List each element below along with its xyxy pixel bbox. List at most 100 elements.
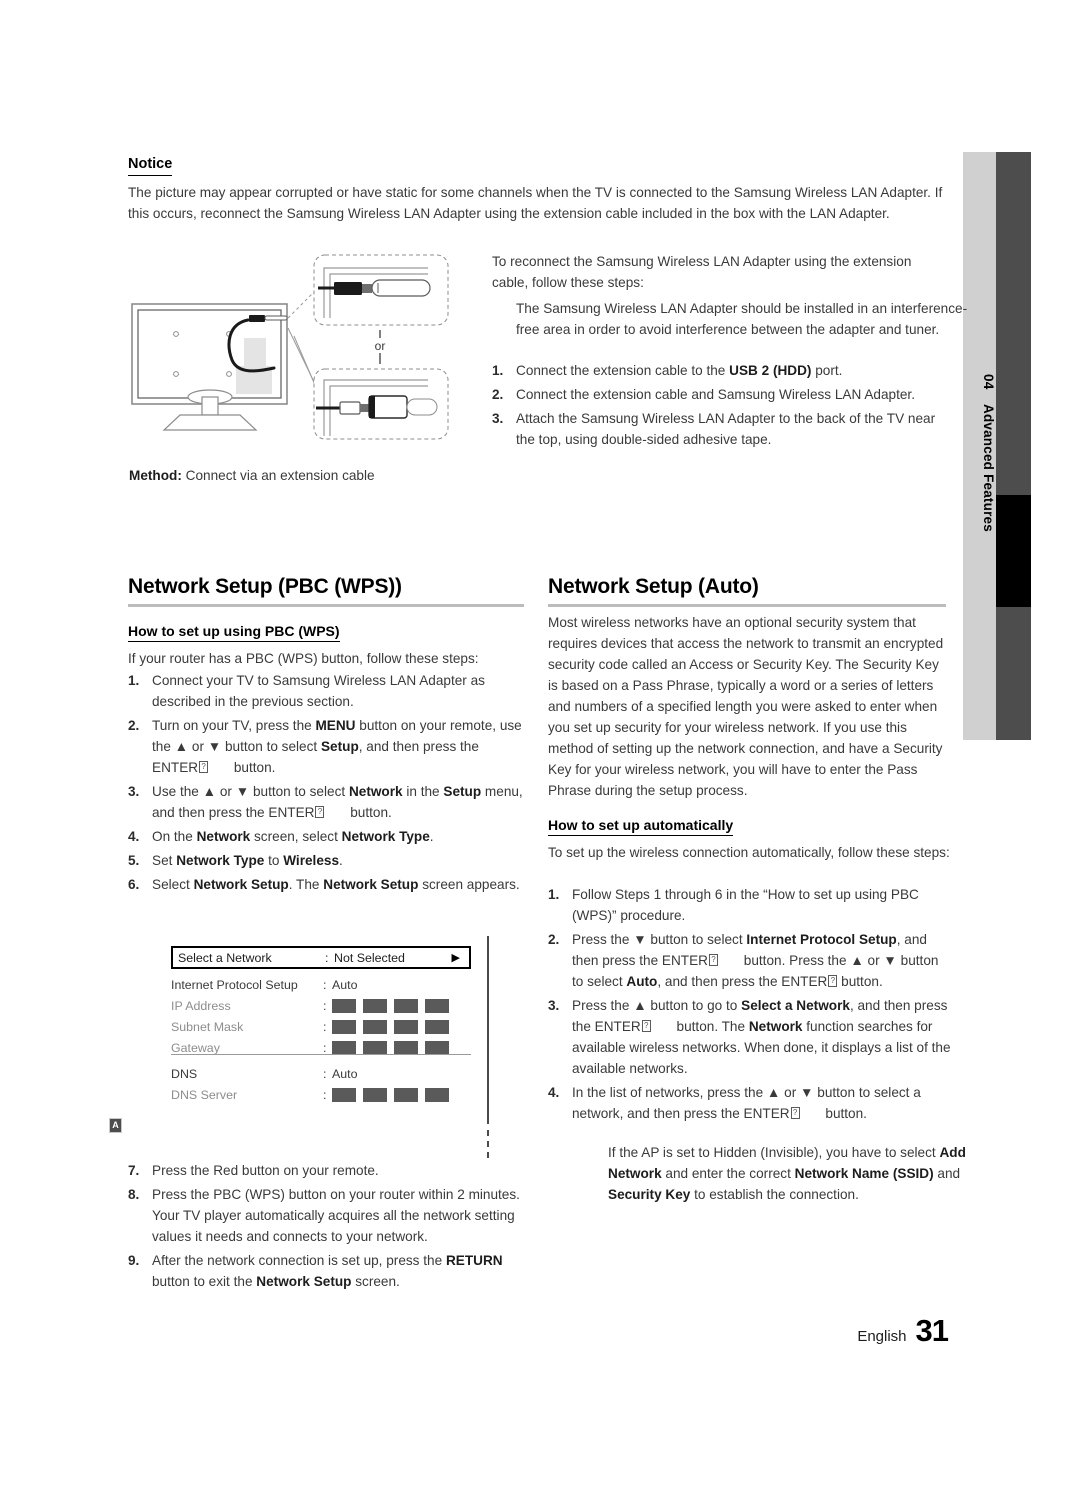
emphasis-text: Network xyxy=(348,784,403,799)
numbered-step: 3. Use the ▲ or ▼ button to select Networ… xyxy=(128,781,528,823)
auto-section-rule xyxy=(548,604,946,607)
footer-language: English xyxy=(857,1328,907,1345)
numbered-step: 3. Press the ▲ button to go to Select a N… xyxy=(548,995,952,1079)
step-text: Use the ▲ or ▼ button to select Network … xyxy=(152,781,528,823)
chapter-title: Advanced Features xyxy=(981,403,996,532)
body-text: to establish the connection. xyxy=(690,1187,859,1202)
osd-value-block xyxy=(425,998,449,1013)
osd-sel-label: Select a Network xyxy=(178,950,272,965)
reconnect-steps-list: 1. Connect the extension cable to the USB… xyxy=(492,360,952,453)
emphasis-text: Setup xyxy=(320,739,359,754)
numbered-step: 1. Follow Steps 1 through 6 in the “How t… xyxy=(548,884,952,926)
body-text: If the AP is set to Hidden (Invisible), … xyxy=(608,1145,940,1160)
numbered-step: 2. Turn on your TV, press the MENU button… xyxy=(128,715,528,778)
auto-section-title: Network Setup (Auto) xyxy=(548,575,759,598)
osd-value-block xyxy=(332,1087,356,1102)
pbc-section-rule xyxy=(128,604,524,607)
osd-value-block xyxy=(332,1019,356,1034)
body-text: button. xyxy=(230,760,276,775)
osd-row-colon: : xyxy=(323,1066,327,1081)
body-text: , and then press the ENTER xyxy=(657,974,828,989)
body-text: In the list of networks, press the ▲ or … xyxy=(572,1085,921,1121)
osd-value-blocks xyxy=(332,1019,449,1034)
step-text: On the Network screen, select Network Ty… xyxy=(152,826,528,847)
auto-steps-list: 1. Follow Steps 1 through 6 in the “How t… xyxy=(548,884,952,1127)
osd-row-colon: : xyxy=(323,1019,327,1034)
method-label: Method: xyxy=(129,468,182,483)
emphasis-text: Security Key xyxy=(608,1187,691,1202)
emphasis-text: Select a Network xyxy=(741,998,850,1013)
page-footer: English 31 xyxy=(857,1313,949,1349)
osd-value-block xyxy=(394,1019,418,1034)
step-text: In the list of networks, press the ▲ or … xyxy=(572,1082,952,1124)
osd-row-colon: : xyxy=(323,1087,327,1102)
body-text: . xyxy=(339,853,343,868)
body-text: . xyxy=(429,829,434,844)
chevron-right-icon[interactable]: ▶ xyxy=(452,951,464,964)
body-text: Follow Steps 1 through 6 in the “How to … xyxy=(572,887,919,923)
footer-page-number: 31 xyxy=(915,1313,949,1348)
osd-row-colon: : xyxy=(323,977,327,992)
osd-right-border-dashed xyxy=(487,1130,489,1158)
red-a-key-icon[interactable]: A xyxy=(109,1118,122,1133)
notice-body: The picture may appear corrupted or have… xyxy=(128,185,943,221)
numbered-step: 6. Select Network Setup. The Network Setu… xyxy=(128,874,528,895)
body-text: Connect the extension cable to the xyxy=(516,363,730,378)
numbered-step: 2. Connect the extension cable and Samsun… xyxy=(492,384,952,405)
emphasis-text: Wireless xyxy=(283,853,340,868)
osd-row[interactable]: Internet Protocol Setup: Auto xyxy=(171,974,471,995)
emphasis-text: Network xyxy=(748,1019,803,1034)
osd-divider xyxy=(171,1054,471,1056)
step-text: Connect the extension cable and Samsung … xyxy=(516,384,952,405)
osd-row-label: Subnet Mask xyxy=(171,1019,244,1034)
osd-row[interactable]: DNS: Auto xyxy=(171,1063,471,1084)
osd-row[interactable]: IP Address: xyxy=(171,995,471,1016)
emphasis-text: USB 2 (HDD) xyxy=(729,363,812,378)
body-text: button. The xyxy=(672,1019,749,1034)
osd-row-label: IP Address xyxy=(171,998,231,1013)
network-setup-osd: Select a Network : Not Selected ▶ Intern… xyxy=(163,936,487,1158)
step-text: Connect the extension cable to the USB 2… xyxy=(516,360,952,381)
emphasis-text: Network xyxy=(196,829,251,844)
enter-key-icon xyxy=(641,1019,651,1032)
step-text: Select Network Setup. The Network Setup … xyxy=(152,874,528,895)
osd-value-block xyxy=(425,1087,449,1102)
osd-row-value: Auto xyxy=(332,977,358,992)
step-number: 2. xyxy=(492,387,504,402)
numbered-step: 2. Press the ▼ button to select Internet … xyxy=(548,929,952,992)
auto-body: Most wireless networks have an optional … xyxy=(548,615,944,798)
step-number: 9. xyxy=(128,1253,140,1268)
numbered-step: 8. Press the PBC (WPS) button on your rou… xyxy=(128,1184,528,1247)
body-text: button. xyxy=(837,974,883,989)
osd-selected-row[interactable]: Select a Network : Not Selected ▶ xyxy=(171,946,471,969)
step-text: Press the Red button on your remote. xyxy=(152,1160,528,1181)
body-text: screen, select xyxy=(250,829,342,844)
osd-value-blocks xyxy=(332,998,449,1013)
osd-value-block xyxy=(394,1087,418,1102)
body-text: Use the ▲ or ▼ button to select xyxy=(152,784,349,799)
reconnect-intro: To reconnect the Samsung Wireless LAN Ad… xyxy=(492,254,912,290)
body-text: . The xyxy=(288,877,324,892)
auto-note: If the AP is set to Hidden (Invisible), … xyxy=(548,1142,998,1205)
step-text: Press the ▲ button to go to Select a Net… xyxy=(572,995,952,1079)
osd-value-block xyxy=(425,1019,449,1034)
tv-extension-cable-illustration: or xyxy=(128,252,478,457)
body-text: button. xyxy=(821,1106,867,1121)
osd-value-block xyxy=(332,1040,356,1055)
emphasis-text: Network Setup xyxy=(193,877,289,892)
illustration-svg: or xyxy=(131,254,449,440)
method-caption: Method: Connect via an extension cable xyxy=(129,468,375,483)
auto-subsection-title: How to set up automatically xyxy=(548,817,734,837)
step-number: 3. xyxy=(548,998,560,1013)
body-text: in the xyxy=(402,784,444,799)
step-number: 4. xyxy=(128,829,140,844)
body-text: Turn on your TV, press the xyxy=(152,718,316,733)
osd-row[interactable]: DNS Server: xyxy=(171,1084,471,1105)
osd-value-block xyxy=(363,998,387,1013)
numbered-step: 5. Set Network Type to Wireless. xyxy=(128,850,528,871)
body-text: On the xyxy=(152,829,197,844)
body-text: Press the ▲ button to go to xyxy=(572,998,742,1013)
emphasis-text: Network Type xyxy=(176,853,265,868)
osd-row[interactable]: Subnet Mask: xyxy=(171,1016,471,1037)
body-text: Attach the Samsung Wireless LAN Adapter … xyxy=(516,411,936,447)
